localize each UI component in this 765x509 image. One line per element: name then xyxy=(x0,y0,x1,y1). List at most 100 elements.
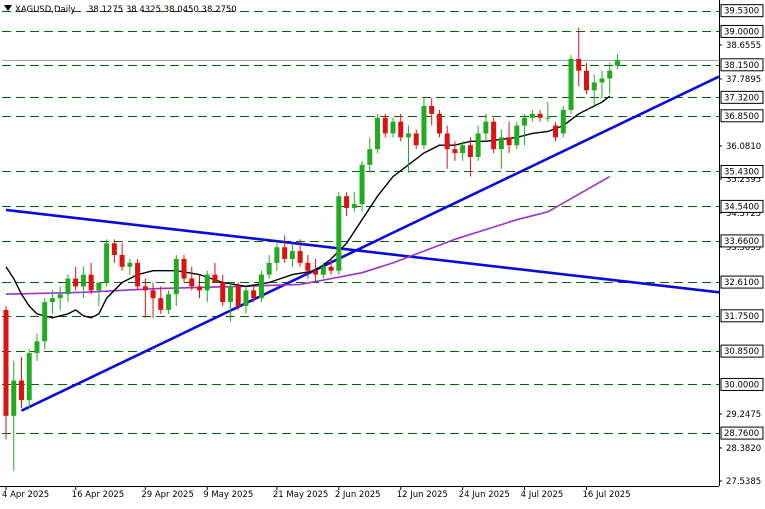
candle-body-65 xyxy=(506,137,512,146)
candle-body-40 xyxy=(313,270,319,275)
level-tag-label-3: 37.3200 xyxy=(724,93,759,103)
candle-body-53 xyxy=(413,133,419,146)
candle-body-66 xyxy=(514,125,520,146)
candle-body-13 xyxy=(104,243,110,283)
time-tick-label-7: 24 Jun 2025 xyxy=(459,490,510,500)
price-tick-label-6: 29.2475 xyxy=(726,410,761,420)
price-tick-label-2: 36.0810 xyxy=(726,142,761,152)
candle-body-76 xyxy=(591,82,597,91)
candle-body-4 xyxy=(34,341,40,354)
price-tick-label-8: 27.5385 xyxy=(726,477,761,487)
candle-body-69 xyxy=(537,113,543,118)
candle-body-25 xyxy=(197,286,202,291)
candle-body-7 xyxy=(57,294,63,299)
level-tag-label-9: 31.7500 xyxy=(724,312,759,322)
candle-body-75 xyxy=(584,70,589,91)
candle-body-26 xyxy=(204,274,210,291)
candle-body-67 xyxy=(522,117,528,126)
candle-body-8 xyxy=(65,278,71,295)
candle-body-0 xyxy=(3,309,9,416)
symbol-title: XAGUSD,Daily xyxy=(15,5,75,15)
time-tick-label-3: 9 May 2025 xyxy=(203,490,253,500)
candle-body-27 xyxy=(212,274,218,283)
candle-body-51 xyxy=(398,121,404,138)
candle-body-21 xyxy=(166,294,172,310)
candle-body-43 xyxy=(336,196,342,271)
level-tag-label-4: 36.8500 xyxy=(724,112,759,122)
candle-body-31 xyxy=(243,290,249,307)
candle-body-36 xyxy=(282,247,288,259)
candle-body-62 xyxy=(483,121,489,134)
candle-body-39 xyxy=(305,262,311,271)
candle-body-61 xyxy=(475,133,481,157)
candle-body-16 xyxy=(127,262,133,267)
candle-body-77 xyxy=(599,78,605,83)
candle-body-3 xyxy=(26,353,32,401)
candle-body-73 xyxy=(568,58,574,110)
candle-body-38 xyxy=(297,251,303,263)
candle-body-47 xyxy=(367,149,373,165)
candle-body-10 xyxy=(80,274,86,287)
candle-body-59 xyxy=(460,145,466,154)
candle-body-15 xyxy=(119,255,125,267)
candle-body-46 xyxy=(359,164,365,205)
candle-body-20 xyxy=(158,298,164,310)
candle-body-29 xyxy=(227,286,233,303)
level-tag-label-0: 39.5300 xyxy=(724,7,759,17)
level-tag-label-5: 35.4300 xyxy=(724,167,759,177)
candle-body-50 xyxy=(390,121,396,134)
candle-body-41 xyxy=(320,266,326,275)
candle-body-74 xyxy=(576,58,582,71)
time-tick-label-0: 4 Apr 2025 xyxy=(2,490,49,500)
candle-body-5 xyxy=(42,302,48,342)
chart-canvas[interactable]: 38.655537.789536.081035.239534.372533.50… xyxy=(0,0,765,505)
time-tick-label-4: 21 May 2025 xyxy=(273,490,328,500)
price-tick-label-0: 38.6555 xyxy=(726,41,761,51)
candle-body-24 xyxy=(189,278,195,287)
candle-body-37 xyxy=(289,251,295,259)
level-tag-label-7: 33.6600 xyxy=(724,237,759,247)
candle-body-34 xyxy=(266,262,272,275)
time-tick-label-1: 16 Apr 2025 xyxy=(72,490,125,500)
candle-body-72 xyxy=(560,109,566,134)
candle-body-17 xyxy=(135,262,141,287)
candle-body-56 xyxy=(436,113,442,134)
candle-body-58 xyxy=(452,149,458,154)
price-chart[interactable]: 38.6555 37.7895 36.0810 35.2395 34.3725 33.50… xyxy=(0,0,765,505)
level-tag-label-1: 39.0000 xyxy=(724,27,759,37)
candle-body-30 xyxy=(235,286,241,307)
candle-body-55 xyxy=(429,105,435,114)
level-tag-label-6: 34.5400 xyxy=(724,202,759,212)
candle-body-14 xyxy=(111,243,117,256)
price-tick-label-7: 28.3820 xyxy=(726,444,761,454)
candle-body-33 xyxy=(258,274,264,299)
time-tick-label-2: 29 Apr 2025 xyxy=(141,490,194,500)
candle-body-32 xyxy=(251,290,257,299)
candle-body-78 xyxy=(607,70,613,79)
candle-body-28 xyxy=(220,282,226,303)
candle-body-71 xyxy=(553,125,559,138)
candle-body-11 xyxy=(88,274,94,291)
candle-body-68 xyxy=(529,113,535,118)
candle-body-54 xyxy=(421,105,427,146)
candle-body-45 xyxy=(351,204,357,208)
chart-header: XAGUSD,Daily 38.1275 38.4325 38.0450 38.… xyxy=(4,5,237,15)
candle-body-64 xyxy=(498,137,504,150)
ohlc-values: 38.1275 38.4325 38.0450 38.2750 xyxy=(88,5,237,15)
candle-body-60 xyxy=(467,145,473,157)
candle-body-48 xyxy=(375,117,381,150)
time-tick-label-8: 4 Jul 2025 xyxy=(521,490,564,500)
level-tag-label-2: 38.1500 xyxy=(724,61,759,71)
time-tick-label-5: 2 Jun 2025 xyxy=(335,490,381,500)
candle-body-18 xyxy=(142,286,148,291)
candle-body-9 xyxy=(73,278,79,287)
candle-body-23 xyxy=(181,258,187,279)
candle-body-35 xyxy=(274,247,280,263)
level-tag-label-10: 30.8500 xyxy=(724,347,759,357)
candle-body-79 xyxy=(614,59,620,66)
candle-body-2 xyxy=(18,380,24,401)
level-tag-label-11: 30.0000 xyxy=(724,380,759,390)
candle-body-52 xyxy=(405,133,411,138)
candle-body-22 xyxy=(173,258,179,295)
candle-body-6 xyxy=(49,298,55,303)
